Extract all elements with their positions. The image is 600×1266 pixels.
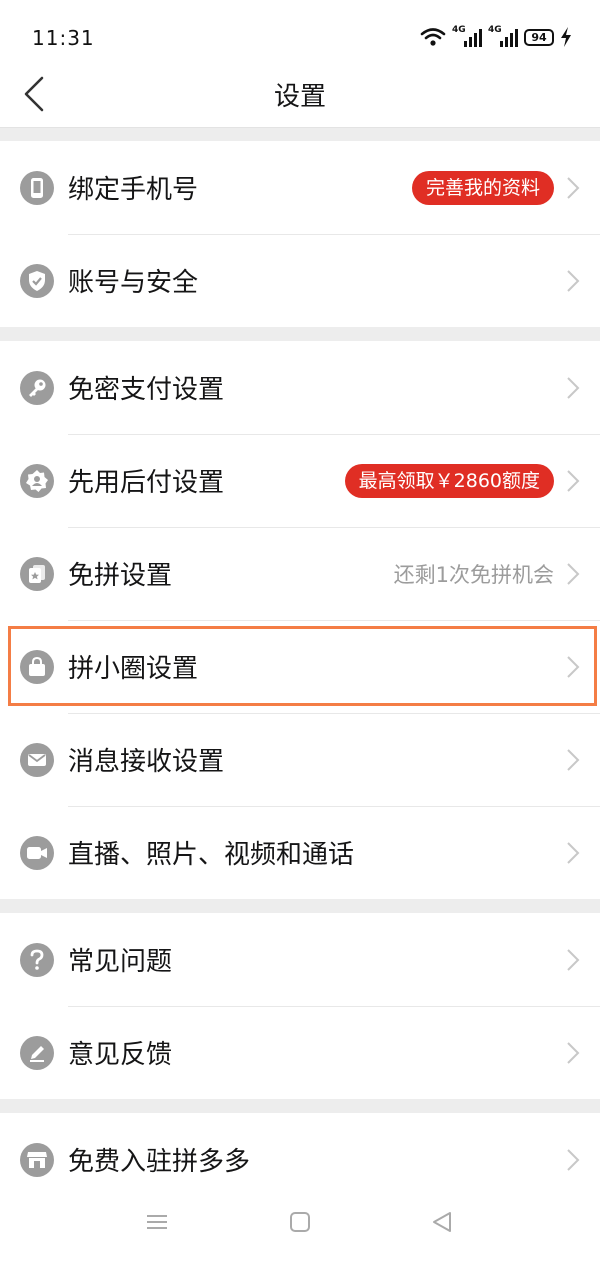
pencil-icon bbox=[20, 1035, 54, 1070]
menu-item-free-group[interactable]: 免拼设置 还剩1次免拼机会 bbox=[0, 527, 600, 620]
chevron-right-icon bbox=[567, 1148, 580, 1171]
menu-item-label: 免费入驻拼多多 bbox=[68, 1147, 251, 1177]
chevron-right-icon bbox=[567, 948, 580, 971]
wifi-icon bbox=[420, 28, 446, 46]
video-camera-icon bbox=[20, 835, 54, 870]
chevron-right-icon bbox=[567, 748, 580, 771]
nav-bar: 设置 bbox=[0, 72, 600, 128]
system-nav-bar bbox=[0, 1186, 600, 1266]
settings-group-account: 绑定手机号 完善我的资料 账号与安全 bbox=[0, 141, 600, 327]
menu-item-pinxiaoquan[interactable]: 拼小圈设置 bbox=[0, 620, 600, 713]
menu-item-pay-later[interactable]: 先用后付设置 最高领取￥2860额度 bbox=[0, 434, 600, 527]
shield-check-icon bbox=[20, 263, 54, 298]
menu-item-label: 常见问题 bbox=[68, 947, 173, 977]
menu-item-label: 拼小圈设置 bbox=[68, 654, 199, 684]
menu-item-label: 免拼设置 bbox=[68, 561, 173, 591]
status-time: 11:31 bbox=[32, 26, 95, 50]
chevron-right-icon bbox=[567, 1041, 580, 1064]
page-title: 设置 bbox=[273, 82, 326, 112]
key-icon bbox=[20, 370, 54, 405]
charging-bolt-icon bbox=[561, 27, 571, 47]
free-group-remaining-hint: 还剩1次免拼机会 bbox=[393, 562, 554, 587]
menu-item-label: 消息接收设置 bbox=[68, 747, 225, 777]
menu-item-password-free-pay[interactable]: 免密支付设置 bbox=[0, 341, 600, 434]
complete-profile-badge[interactable]: 完善我的资料 bbox=[411, 170, 554, 205]
credit-limit-badge[interactable]: 最高领取￥2860额度 bbox=[344, 463, 554, 498]
menu-item-label: 先用后付设置 bbox=[68, 468, 225, 498]
menu-item-media-permissions[interactable]: 直播、照片、视频和通话 bbox=[0, 806, 600, 899]
menu-button[interactable] bbox=[137, 1204, 177, 1240]
chevron-right-icon bbox=[567, 469, 580, 492]
question-icon bbox=[20, 942, 54, 977]
badge-person-icon bbox=[20, 463, 54, 498]
chevron-right-icon bbox=[567, 376, 580, 399]
status-icons: 4G 4G 94 bbox=[420, 24, 572, 50]
card-star-icon bbox=[20, 556, 54, 591]
phone-icon bbox=[20, 170, 54, 205]
menu-item-faq[interactable]: 常见问题 bbox=[0, 913, 600, 1006]
signal-icon-2: 4G bbox=[488, 25, 518, 48]
menu-lines-icon bbox=[147, 1215, 167, 1229]
chevron-right-icon bbox=[567, 655, 580, 678]
menu-item-label: 免密支付设置 bbox=[68, 375, 225, 405]
store-icon bbox=[20, 1142, 54, 1177]
menu-item-label: 意见反馈 bbox=[68, 1040, 173, 1070]
menu-item-label: 绑定手机号 bbox=[68, 175, 199, 205]
square-icon bbox=[290, 1212, 310, 1232]
status-bar: 11:31 4G 4G 94 bbox=[0, 0, 600, 72]
envelope-icon bbox=[20, 742, 54, 777]
settings-group-features: 免密支付设置 先用后付设置 最高领取￥2860额度 免拼设置 还剩1次免拼机会 … bbox=[0, 341, 600, 899]
chevron-right-icon bbox=[567, 176, 580, 199]
signal-icon: 4G bbox=[452, 25, 482, 48]
battery-icon: 94 bbox=[524, 28, 554, 46]
chevron-right-icon bbox=[567, 269, 580, 292]
menu-item-label: 直播、照片、视频和通话 bbox=[68, 840, 355, 870]
chevron-right-icon bbox=[567, 841, 580, 864]
home-button[interactable] bbox=[280, 1204, 320, 1240]
settings-group-help: 常见问题 意见反馈 bbox=[0, 913, 600, 1099]
menu-item-bind-phone[interactable]: 绑定手机号 完善我的资料 bbox=[0, 141, 600, 234]
menu-item-account-security[interactable]: 账号与安全 bbox=[0, 234, 600, 327]
menu-item-feedback[interactable]: 意见反馈 bbox=[0, 1006, 600, 1099]
menu-item-message-settings[interactable]: 消息接收设置 bbox=[0, 713, 600, 806]
chevron-right-icon bbox=[567, 562, 580, 585]
triangle-back-icon bbox=[433, 1212, 451, 1232]
menu-item-label: 账号与安全 bbox=[68, 268, 199, 298]
back-nav-button[interactable] bbox=[422, 1204, 462, 1240]
bag-icon bbox=[20, 649, 54, 684]
